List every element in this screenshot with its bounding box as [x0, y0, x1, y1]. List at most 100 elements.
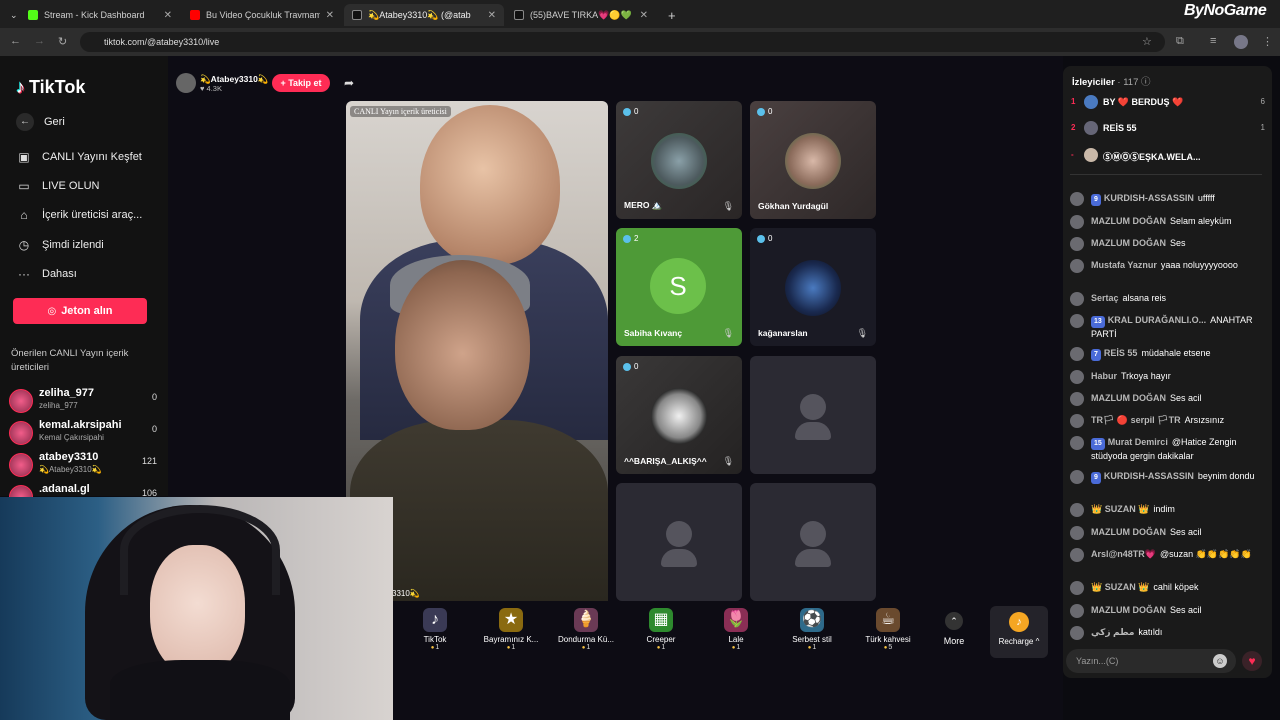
top-viewer[interactable]: 1 BY ❤️ BERDUŞ ❤️ 6: [1071, 95, 1265, 111]
share-icon[interactable]: ➦: [344, 76, 354, 90]
guest-avatar: [785, 133, 841, 189]
suggested-creator[interactable]: zeliha_977 zeliha_977 0: [9, 387, 161, 415]
chat-username[interactable]: MAZLUM DOĞAN: [1091, 393, 1166, 403]
muted-mic-icon: 🎙︎: [722, 201, 734, 211]
extensions-icon[interactable]: ⧉: [1176, 35, 1184, 48]
chat-message[interactable]: MAZLUM DOĞAN Ses acil: [1070, 526, 1266, 540]
sidebar-item-go-live[interactable]: ▭ LIVE OLUN: [16, 179, 99, 193]
chat-username[interactable]: REİS 55: [1104, 348, 1138, 358]
chat-message[interactable]: Mustafa Yaznur yaaa noluyyyyoooo: [1070, 259, 1266, 273]
more-gifts-button[interactable]: ⌃ More: [937, 612, 971, 646]
new-tab-button[interactable]: +: [660, 4, 680, 26]
chat-message[interactable]: 👑 SUZAN 👑 indim: [1070, 503, 1266, 517]
suggested-creator[interactable]: atabey3310 💫Atabey3310💫 121: [9, 451, 161, 479]
follow-button[interactable]: + Takip et: [272, 74, 330, 92]
chat-username[interactable]: MAZLUM DOĞAN: [1091, 216, 1166, 226]
empty-guest-slot[interactable]: [750, 356, 876, 474]
forward-arrow-icon[interactable]: →: [34, 35, 45, 47]
sidebar-item-creator-tools[interactable]: ⌂ İçerik üreticisi araç...: [16, 208, 142, 222]
tiktok-logo[interactable]: ♪ TikTok: [16, 77, 85, 98]
info-icon[interactable]: ⓘ: [1141, 77, 1151, 88]
chat-message[interactable]: MAZLUM DOĞAN Selam aleyküm: [1070, 215, 1266, 229]
viewers-title[interactable]: İzleyiciler · 117 ⓘ: [1072, 74, 1151, 88]
close-tab-icon[interactable]: ✕: [640, 10, 648, 21]
chat-username[interactable]: TR🏳 🔴 serpil 🏳TR: [1091, 415, 1181, 425]
chat-username[interactable]: KURDISH-ASSASSIN: [1104, 471, 1194, 481]
chat-message[interactable]: 9 KURDISH-ASSASSIN beynim dondu: [1070, 470, 1266, 484]
chat-username[interactable]: Arsl@n48TR💗: [1091, 549, 1156, 559]
guest-avatar: [785, 260, 841, 316]
guest-tile[interactable]: 0 kağanarslan 🎙︎: [750, 228, 876, 346]
recharge-button[interactable]: ♪ Recharge ^: [990, 606, 1048, 658]
sidebar-item-watched[interactable]: ◷ Şimdi izlendi: [16, 238, 104, 252]
chat-username[interactable]: MAZLUM DOĞAN: [1091, 238, 1166, 248]
browser-tab-tiktok-atabey[interactable]: 💫Atabey3310💫 (@atab ✕: [344, 4, 504, 26]
gift-item[interactable]: 🍦 Dondurma Kü... 1: [551, 604, 621, 662]
url-field[interactable]: tiktok.com/@atabey3310/live: [80, 32, 1165, 52]
chat-username[interactable]: KURDISH-ASSASSIN: [1104, 193, 1194, 203]
menu-kebab-icon[interactable]: ⋮: [1262, 35, 1273, 48]
media-icon[interactable]: ≡: [1210, 35, 1216, 47]
chat-username[interactable]: MAZLUM DOĞAN: [1091, 605, 1166, 615]
chat-message[interactable]: TR🏳 🔴 serpil 🏳TR Arsızsınız: [1070, 414, 1266, 428]
reload-icon[interactable]: ↻: [58, 35, 67, 48]
chat-message[interactable]: 9 KURDISH-ASSASSIN ufffff: [1070, 192, 1266, 206]
chat-username[interactable]: 👑 SUZAN 👑: [1091, 582, 1149, 592]
chat-username[interactable]: 👑 SUZAN 👑: [1091, 504, 1149, 514]
chat-message[interactable]: Habur Trkoya hayır: [1070, 370, 1266, 384]
home-icon: ⌂: [20, 208, 28, 222]
heart-icon[interactable]: ♥: [1242, 651, 1262, 671]
avatar: [1070, 392, 1084, 406]
gift-item[interactable]: ★ Bayramınız K... 1: [476, 604, 546, 662]
sidebar-item-more[interactable]: ··· Dahası: [16, 267, 77, 281]
chat-message[interactable]: 7 REİS 55 müdahale etsene: [1070, 347, 1266, 361]
browser-tab-youtube[interactable]: Bu Video Çocukluk Travmamdı ✕: [182, 4, 342, 26]
guest-tile[interactable]: 2 S Sabiha Kıvanç 🎙︎: [616, 228, 742, 346]
tab-search-icon[interactable]: ⌄: [2, 4, 20, 26]
chat-message[interactable]: MAZLUM DOĞAN Ses: [1070, 237, 1266, 251]
chat-username[interactable]: Murat Demirci: [1108, 437, 1168, 447]
chat-username[interactable]: Sertaç: [1091, 293, 1119, 303]
chat-message[interactable]: 👑 SUZAN 👑 cahil köpek: [1070, 581, 1266, 595]
browser-tab-tiktok-bave[interactable]: (55)BAVE TIRKA💗🟡💚 (@k.c ✕: [506, 4, 656, 26]
close-tab-icon[interactable]: ✕: [488, 10, 496, 21]
gift-item[interactable]: 🌷 Lale 1: [701, 604, 771, 662]
get-coins-button[interactable]: ◎ Jeton alın: [13, 298, 147, 324]
gift-item[interactable]: ▦ Creeper 1: [626, 604, 696, 662]
emoji-icon[interactable]: ☺: [1213, 654, 1227, 668]
guest-tile[interactable]: 0 ^^BARIŞA_ALKIŞ^^ 🎙︎: [616, 356, 742, 474]
chat-message[interactable]: Arsl@n48TR💗 @suzan 👏👏👏👏👏: [1070, 548, 1266, 562]
guest-tile[interactable]: 0 Gökhan Yurdagül: [750, 101, 876, 219]
chat-username[interactable]: MAZLUM DOĞAN: [1091, 527, 1166, 537]
profile-avatar[interactable]: [1234, 35, 1248, 49]
chat-username[interactable]: Mustafa Yaznur: [1091, 260, 1157, 270]
chat-username[interactable]: KRAL DURAĞANLI.O...: [1108, 315, 1206, 325]
browser-tab-kick[interactable]: Stream - Kick Dashboard ✕: [20, 4, 180, 26]
chat-username[interactable]: Habur: [1091, 371, 1117, 381]
empty-guest-slot[interactable]: [616, 483, 742, 601]
close-tab-icon[interactable]: ✕: [326, 10, 334, 21]
chat-input[interactable]: Yazın...(C): [1066, 649, 1236, 673]
chat-message[interactable]: 15 Murat Demirci @Hatice Zengin stüdyoda g…: [1070, 436, 1266, 462]
sidebar-item-explore-live[interactable]: ▣ CANLI Yayını Keşfet: [16, 150, 142, 164]
empty-guest-slot[interactable]: [750, 483, 876, 601]
gift-item[interactable]: ♪ TikTok 1: [400, 604, 470, 662]
viewer-dot-icon: [623, 107, 631, 116]
chat-message[interactable]: Sertaç alsana reis: [1070, 292, 1266, 306]
guest-tile[interactable]: 0 MERO 🏔️ 🎙︎: [616, 101, 742, 219]
gift-item[interactable]: ☕ Türk kahvesi 5: [853, 604, 923, 662]
chat-message[interactable]: 13 KRAL DURAĞANLI.O... ANAHTAR PARTİ: [1070, 314, 1266, 340]
back-link[interactable]: ← Geri: [16, 113, 65, 131]
gift-item[interactable]: ⚽ Serbest stil 1: [777, 604, 847, 662]
suggested-creator[interactable]: kemal.akrsipahi Kemal Çakırsipahi 0: [9, 419, 161, 447]
chat-message[interactable]: مطم زکي katıldı: [1070, 626, 1266, 640]
chat-text: Ses: [1170, 238, 1186, 248]
top-viewer[interactable]: 2 REİS 55 1: [1071, 121, 1265, 137]
back-arrow-icon[interactable]: ←: [10, 35, 21, 47]
top-viewer[interactable]: - ⓈⓂⓄⓈEŞKA.WELA...: [1071, 148, 1265, 164]
chat-username[interactable]: مطم زکي: [1091, 627, 1134, 637]
close-tab-icon[interactable]: ✕: [164, 10, 172, 21]
chat-message[interactable]: MAZLUM DOĞAN Ses acil: [1070, 604, 1266, 618]
chat-message[interactable]: MAZLUM DOĞAN Ses acil: [1070, 392, 1266, 406]
bookmark-star-icon[interactable]: ☆: [1142, 35, 1152, 48]
